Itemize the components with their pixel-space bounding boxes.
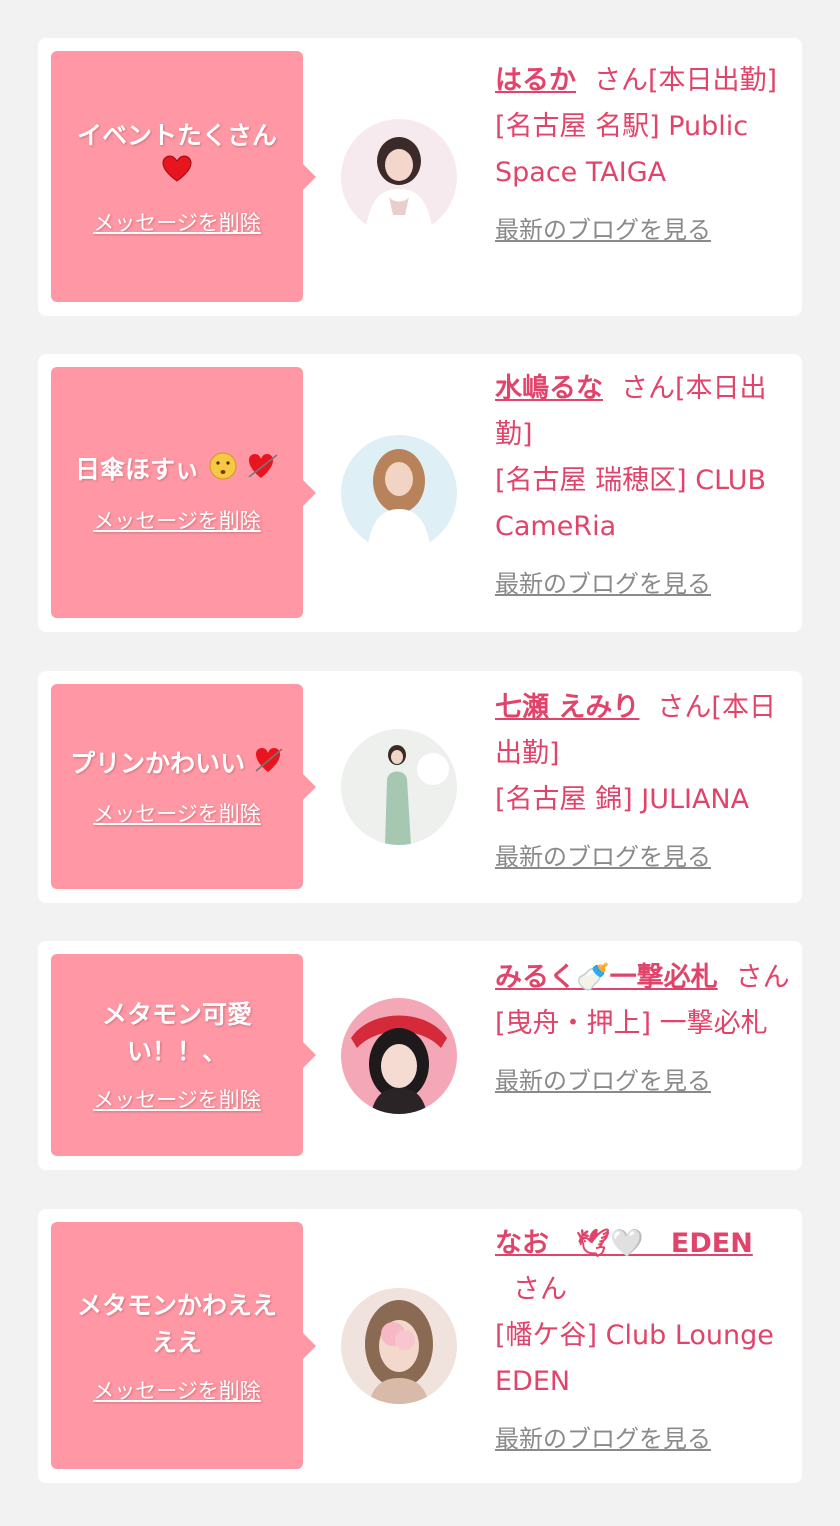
message-card: プリンかわいい メッセージを削除 七瀬 えみり さん[本日出勤] [名古屋 錦] … [38,671,802,903]
heart-with-arrow-icon [254,746,284,784]
message-text: プリンかわいい [70,749,246,778]
cast-info: みるく🍼一撃必札 さん [曳舟・押上] 一撃必札 最新のブログを見る [495,955,795,1096]
store-text: [名古屋 錦] JULIANA [495,784,750,815]
latest-blog-link[interactable]: 最新のブログを見る [495,210,795,245]
avatar[interactable] [341,435,457,551]
avatar[interactable] [341,119,457,235]
avatar[interactable] [341,729,457,845]
cast-name-link[interactable]: 水嶋るな [495,373,603,404]
avatar[interactable] [341,998,457,1114]
delete-message-link[interactable]: メッセージを削除 [93,1084,261,1114]
cast-name-link[interactable]: みるく🍼一撃必札 [495,962,718,993]
message-text: メタモン可愛い！！、 [101,1000,252,1066]
message-card: 日傘ほすぃ メッセージを削除 水嶋るな さん[本日出勤] [名古屋 瑞穂区] C… [38,354,802,632]
message-bubble: 日傘ほすぃ メッセージを削除 [51,367,316,618]
message-text-wrap: イベントたくさん [77,117,277,193]
message-text: メタモンかわええええ [76,1290,277,1357]
cast-info: 水嶋るな さん[本日出勤] [名古屋 瑞穂区] CLUB CameRia 最新のブ… [495,366,795,599]
store-text: [名古屋 名駅] Public Space TAIGA [495,111,749,188]
cast-info: はるか さん[本日出勤] [名古屋 名駅] Public Space TAIGA … [495,58,795,245]
name-line: 水嶋るな さん[本日出勤] [495,366,795,458]
honorific-status: さん[本日出勤] [594,65,778,96]
message-card: イベントたくさん メッセージを削除 はるか さん[本日出勤] [名古屋 名駅] P… [38,38,802,316]
cast-info: 七瀬 えみり さん[本日出勤] [名古屋 錦] JULIANA 最新のブログを見る [495,685,795,872]
cast-name-link[interactable]: 七瀬 えみり [495,692,639,723]
honorific-status: さん [513,1274,567,1305]
name-line: なお 🕊🤍 EDEN さん [495,1221,795,1313]
message-list: イベントたくさん メッセージを削除 はるか さん[本日出勤] [名古屋 名駅] P… [0,0,840,1526]
kissing-face-icon [208,451,238,491]
store-text: [幡ケ谷] Club Lounge EDEN [495,1320,774,1397]
message-card: メタモンかわええええ メッセージを削除 なお 🕊🤍 EDEN さん [幡ケ谷] C… [38,1209,802,1483]
honorific-status: さん [735,962,790,993]
latest-blog-link[interactable]: 最新のブログを見る [495,1419,795,1454]
avatar[interactable] [341,1288,457,1404]
store-text: [名古屋 瑞穂区] CLUB CameRia [495,465,767,542]
message-bubble: イベントたくさん メッセージを削除 [51,51,316,302]
latest-blog-link[interactable]: 最新のブログを見る [495,564,795,599]
name-line: はるか さん[本日出勤] [495,58,795,104]
latest-blog-link[interactable]: 最新のブログを見る [495,1061,795,1096]
delete-message-link[interactable]: メッセージを削除 [93,798,261,828]
message-text: 日傘ほすぃ [75,454,200,484]
message-bubble: メタモンかわええええ メッセージを削除 [51,1222,316,1469]
message-card: メタモン可愛い！！、 メッセージを削除 みるく🍼一撃必札 さん [曳舟・押上] 一… [38,941,802,1170]
delete-message-link[interactable]: メッセージを削除 [93,1375,261,1405]
delete-message-link[interactable]: メッセージを削除 [93,207,261,237]
cast-info: なお 🕊🤍 EDEN さん [幡ケ谷] Club Lounge EDEN 最新のブ… [495,1221,795,1454]
latest-blog-link[interactable]: 最新のブログを見る [495,837,795,872]
message-text-wrap: プリンかわいい [70,745,284,784]
message-text-wrap: 日傘ほすぃ [75,451,279,491]
name-line: 七瀬 えみり さん[本日出勤] [495,685,795,777]
store-text: [曳舟・押上] 一撃必札 [495,1008,768,1039]
delete-message-link[interactable]: メッセージを削除 [93,505,261,535]
message-text: イベントたくさん [76,120,277,150]
heart-with-arrow-icon [247,451,279,491]
name-line: みるく🍼一撃必札 さん [495,955,795,1001]
heart-icon [162,154,192,193]
cast-name-link[interactable]: なお 🕊🤍 EDEN [495,1228,753,1259]
message-bubble: プリンかわいい メッセージを削除 [51,684,316,889]
message-bubble: メタモン可愛い！！、 メッセージを削除 [51,954,316,1156]
cast-name-link[interactable]: はるか [495,65,576,96]
